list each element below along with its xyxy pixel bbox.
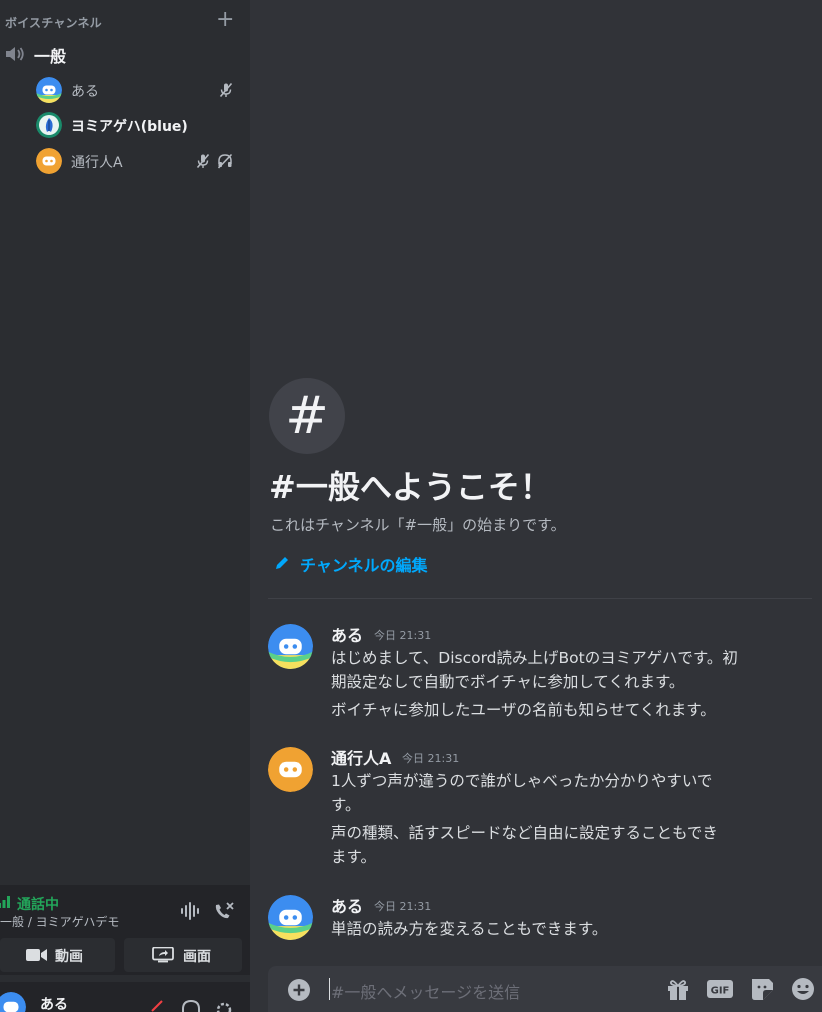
- voice-channel-general[interactable]: 一般: [0, 40, 250, 68]
- emoji-icon[interactable]: [790, 977, 816, 1001]
- message-timestamp: 今日 21:31: [374, 900, 432, 913]
- headphones-deafened-icon[interactable]: [217, 153, 233, 169]
- message-text-line: はじめまして、Discord読み上げBotのヨミアゲハです。初: [331, 649, 738, 667]
- sticker-icon[interactable]: [749, 977, 775, 1001]
- butterfly-bot-avatar-icon: [36, 112, 62, 138]
- voice-user-name: 通行人A: [71, 155, 123, 171]
- mic-muted-icon[interactable]: [218, 82, 234, 98]
- gif-label: GIF: [711, 986, 730, 997]
- avatar: [36, 148, 62, 174]
- message-composer[interactable]: #一般へメッセージを送信 GIF: [268, 966, 822, 1012]
- message-text-line: 1人ずつ声が違うので誰がしゃべったか分かりやすいで: [331, 772, 713, 790]
- voice-user-name: ヨミアゲハ(blue): [71, 119, 188, 135]
- message-author[interactable]: ある: [331, 893, 363, 917]
- disconnect-call-icon[interactable]: [213, 901, 235, 921]
- message: ある 今日 21:31 単語の読み方を変えることもできます。: [268, 893, 808, 943]
- voice-connected-panel: 通話中 一般 / ヨミアゲハデモ 動画 画面: [0, 885, 250, 975]
- add-channel-icon[interactable]: +: [216, 8, 234, 32]
- discord-blue-avatar-icon: [268, 624, 313, 669]
- video-camera-icon: [26, 949, 47, 961]
- message-text-line: す。: [331, 796, 361, 814]
- voice-category-header[interactable]: ボイスチャンネル +: [0, 8, 250, 34]
- channel-sidebar: ボイスチャンネル + 一般 ある ヨミアゲハ(blue) 通行人A 通話中 一般…: [0, 0, 250, 1012]
- screen-share-icon: [152, 947, 174, 963]
- voice-status[interactable]: 通話中: [17, 894, 59, 914]
- pencil-icon: [276, 557, 288, 569]
- noise-suppression-icon[interactable]: [179, 901, 201, 921]
- edit-channel-label: チャンネルの編集: [300, 556, 428, 575]
- voice-location[interactable]: 一般 / ヨミアゲハデモ: [0, 913, 119, 930]
- welcome-title: #一般へようこそ！: [269, 468, 552, 506]
- discord-orange-avatar-icon: [268, 747, 313, 792]
- voice-user-tsukounin[interactable]: 通行人A: [0, 145, 250, 177]
- current-user-name[interactable]: ある: [40, 994, 68, 1012]
- voice-user-yomiageha[interactable]: ヨミアゲハ(blue): [0, 109, 250, 141]
- voice-user-name: ある: [71, 84, 99, 100]
- video-button[interactable]: 動画: [0, 938, 115, 972]
- headphones-icon[interactable]: [181, 999, 201, 1012]
- voice-user-aru[interactable]: ある: [0, 74, 250, 106]
- message-text-line: 期設定なしで自動でボイチャに参加してくれます。: [331, 673, 685, 691]
- video-label: 動画: [55, 949, 83, 965]
- settings-gear-icon[interactable]: [214, 999, 234, 1012]
- discord-blue-avatar-icon: [0, 992, 26, 1012]
- gif-icon[interactable]: GIF: [707, 977, 733, 1001]
- message-text-line: 声の種類、話すスピードなど自由に設定することもでき: [331, 824, 718, 842]
- add-attachment-icon[interactable]: [287, 978, 311, 1002]
- welcome-subtitle: これはチャンネル「#一般」の始まりです。: [270, 516, 566, 534]
- speaker-icon: [6, 47, 24, 61]
- message-timestamp: 今日 21:31: [374, 629, 432, 642]
- message-text-line: ボイチャに参加したユーザの名前も知らせてくれます。: [331, 701, 716, 719]
- gift-icon[interactable]: [665, 977, 691, 1001]
- divider: [268, 598, 812, 599]
- message-avatar[interactable]: [268, 624, 313, 669]
- user-avatar[interactable]: [0, 992, 26, 1012]
- screen-label: 画面: [183, 949, 211, 965]
- mic-icon[interactable]: [150, 999, 164, 1012]
- signal-icon[interactable]: [0, 896, 10, 908]
- discord-window: ボイスチャンネル + 一般 ある ヨミアゲハ(blue) 通行人A 通話中 一般…: [0, 0, 822, 1012]
- message-avatar[interactable]: [268, 895, 313, 940]
- message-author[interactable]: ある: [331, 622, 363, 646]
- discord-blue-avatar-icon: [268, 895, 313, 940]
- message-avatar[interactable]: [268, 747, 313, 792]
- avatar: [36, 112, 62, 138]
- discord-blue-avatar-icon: [36, 77, 62, 103]
- text-caret: [329, 978, 330, 1000]
- message-text-line: 単語の読み方を変えることもできます。: [331, 920, 608, 938]
- message-input[interactable]: #一般へメッセージを送信: [331, 979, 520, 1003]
- message: 通行人A 今日 21:31 1人ずつ声が違うので誰がしゃべったか分かりやすいで …: [268, 745, 808, 870]
- message-text-line: ます。: [331, 848, 376, 866]
- message-timestamp: 今日 21:31: [402, 752, 460, 765]
- message: ある 今日 21:31 はじめまして、Discord読み上げBotのヨミアゲハで…: [268, 622, 808, 722]
- avatar: [36, 77, 62, 103]
- voice-channel-name: 一般: [34, 47, 67, 66]
- message-author[interactable]: 通行人A: [331, 745, 391, 769]
- user-area: ある: [0, 982, 250, 1012]
- mic-muted-icon[interactable]: [195, 153, 211, 169]
- chat-area: # #一般へようこそ！ これはチャンネル「#一般」の始まりです。 チャンネルの編…: [250, 0, 822, 1012]
- category-title: ボイスチャンネル: [5, 16, 102, 30]
- discord-orange-avatar-icon: [36, 148, 62, 174]
- screen-share-button[interactable]: 画面: [124, 938, 242, 972]
- channel-hash-icon: #: [269, 378, 345, 454]
